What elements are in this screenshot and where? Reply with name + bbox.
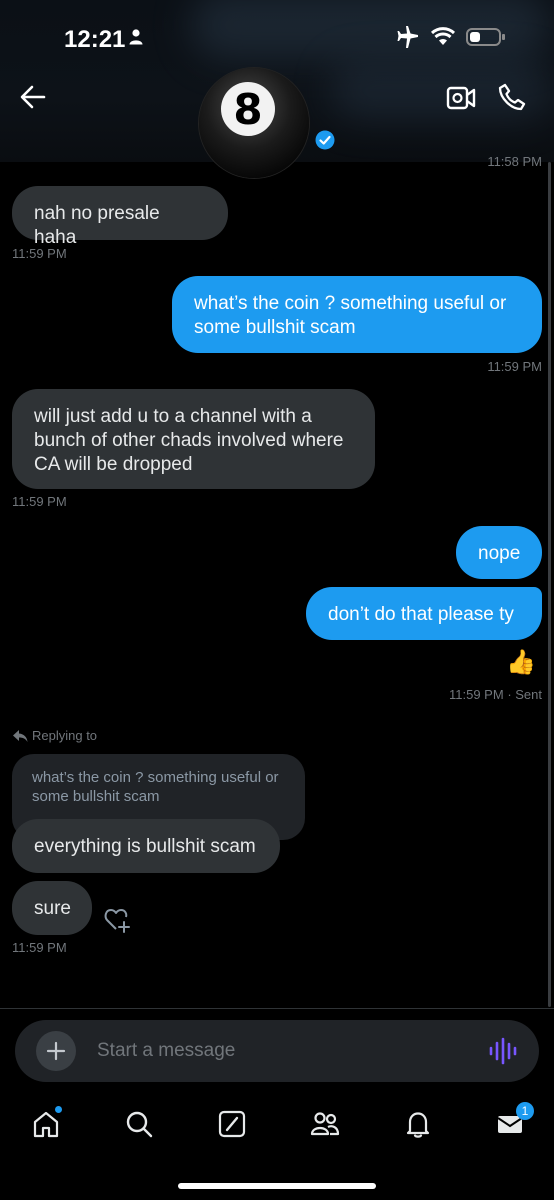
timestamp: 11:59 PM xyxy=(487,359,542,374)
reply-label: Replying to xyxy=(12,728,97,743)
timestamp: 11:59 PM xyxy=(449,687,504,702)
contact-avatar[interactable]: 8 xyxy=(199,68,309,178)
message-outgoing[interactable]: what’s the coin ? something useful or so… xyxy=(172,276,542,353)
status-icons xyxy=(396,26,506,48)
nav-grok[interactable] xyxy=(214,1106,250,1142)
phone-icon[interactable] xyxy=(497,82,527,112)
wifi-icon xyxy=(430,27,456,45)
add-attachment-button[interactable] xyxy=(36,1031,76,1071)
reply-arrow-icon xyxy=(13,729,28,742)
battery-icon xyxy=(466,28,505,46)
sent-status: · Sent xyxy=(507,687,542,702)
nav-notifications[interactable] xyxy=(400,1106,436,1142)
plus-icon xyxy=(46,1041,66,1061)
bell-icon xyxy=(406,1112,430,1138)
back-arrow-icon[interactable] xyxy=(18,82,48,112)
messages-badge: 1 xyxy=(516,1102,534,1120)
timestamp: 11:58 PM xyxy=(487,154,542,169)
message-input[interactable] xyxy=(97,1034,457,1068)
search-icon xyxy=(126,1111,153,1138)
communities-icon xyxy=(310,1112,340,1136)
airplane-icon xyxy=(397,26,418,48)
nav-communities[interactable] xyxy=(307,1106,343,1142)
message-outgoing[interactable]: don’t do that please ty xyxy=(306,587,542,640)
eight-ball-logo: 8 xyxy=(221,82,275,136)
bottom-nav: 1 xyxy=(0,1098,554,1154)
nav-messages[interactable]: 1 xyxy=(492,1102,534,1142)
divider xyxy=(0,1008,554,1009)
timestamp: 11:59 PM xyxy=(12,246,67,261)
nav-home[interactable] xyxy=(28,1106,64,1142)
grok-icon xyxy=(218,1110,246,1138)
person-icon xyxy=(129,29,143,45)
timestamp: 11:59 PM xyxy=(12,494,67,509)
scrollbar[interactable] xyxy=(548,162,551,1007)
notification-dot xyxy=(55,1106,62,1113)
thumbs-up-reaction[interactable]: 👍 xyxy=(506,648,536,677)
heart-add-icon[interactable] xyxy=(104,907,132,933)
home-icon xyxy=(33,1111,59,1138)
verified-badge-icon xyxy=(315,130,335,150)
message-incoming[interactable]: nah no presale haha xyxy=(12,186,228,248)
video-camera-icon[interactable] xyxy=(446,84,476,112)
timestamp-sent: 11:59 PM · Sent xyxy=(449,687,542,702)
nav-search[interactable] xyxy=(121,1106,157,1142)
message-composer xyxy=(15,1020,539,1082)
message-incoming[interactable]: sure xyxy=(12,881,92,935)
home-indicator[interactable] xyxy=(178,1183,376,1189)
voice-wave-icon[interactable] xyxy=(488,1037,518,1065)
status-time: 12:21 xyxy=(64,26,126,53)
message-outgoing[interactable]: nope xyxy=(456,526,542,579)
message-incoming[interactable]: will just add u to a channel with a bunc… xyxy=(12,389,375,489)
message-incoming[interactable]: everything is bullshit scam xyxy=(12,819,280,873)
timestamp: 11:59 PM xyxy=(12,940,67,955)
